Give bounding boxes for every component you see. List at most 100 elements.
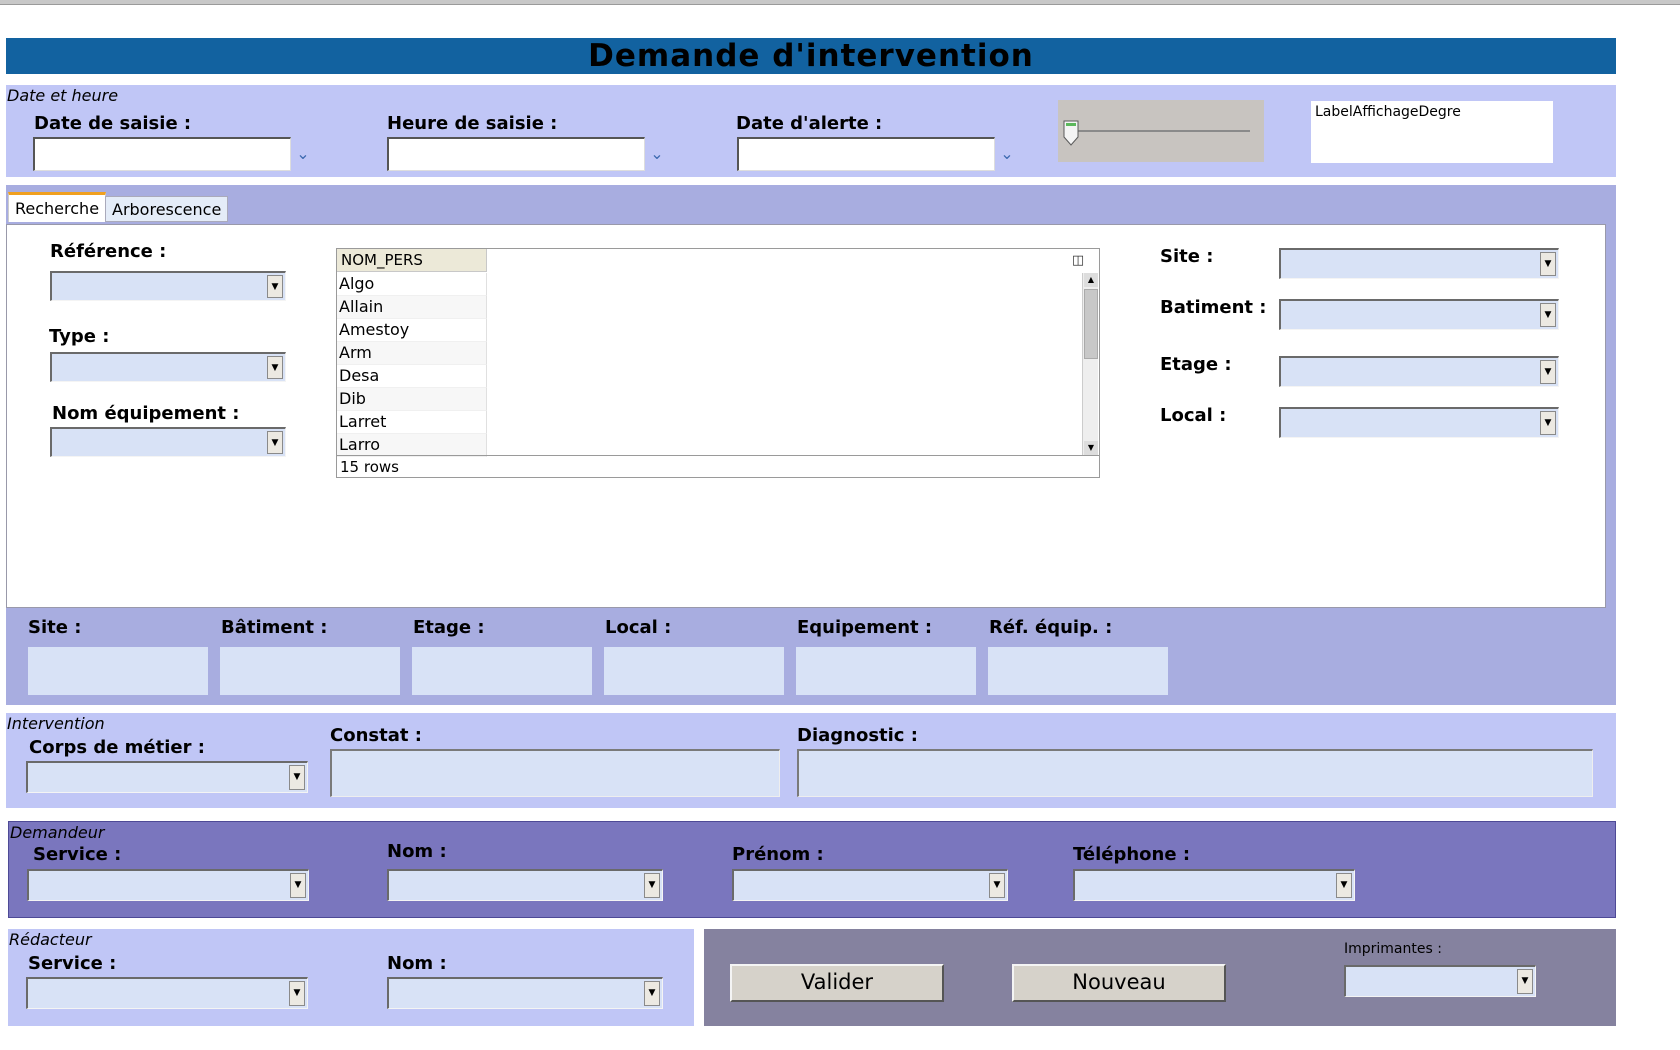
search-site-combo[interactable]: ▼ <box>1279 248 1559 279</box>
scroll-down-icon[interactable]: ▼ <box>1084 441 1098 455</box>
search-site-combo-arrow-icon[interactable]: ▼ <box>1540 252 1556 276</box>
redacteur-nom-combo[interactable]: ▼ <box>387 977 663 1009</box>
grid-row[interactable]: Larro <box>337 434 487 457</box>
loc-etage-label: Etage : <box>413 617 485 638</box>
scroll-up-icon[interactable]: ▲ <box>1084 273 1098 287</box>
demandeur-service-combo[interactable]: ▼ <box>27 869 309 901</box>
demandeur-panel: Demandeur Service : ▼ Nom : ▼ Prénom : ▼… <box>8 821 1616 918</box>
window-top-border <box>0 0 1680 5</box>
loc-batiment-label: Bâtiment : <box>221 617 328 638</box>
redacteur-service-combo[interactable]: ▼ <box>26 977 308 1009</box>
actions-panel: Valider Nouveau Imprimantes : ▼ <box>704 929 1616 1026</box>
loc-ref-equip-field <box>988 647 1168 695</box>
grid-row[interactable]: Larret <box>337 411 487 434</box>
search-local-combo[interactable]: ▼ <box>1279 407 1559 438</box>
search-local-combo-arrow-icon[interactable]: ▼ <box>1540 411 1556 435</box>
search-local-label: Local : <box>1160 405 1227 426</box>
grid-row[interactable]: Amestoy <box>337 319 487 342</box>
search-site-label: Site : <box>1160 246 1214 267</box>
form-title: Demande d'intervention <box>6 38 1616 74</box>
nouveau-button[interactable]: Nouveau <box>1012 964 1226 1002</box>
demandeur-prenom-combo-arrow-icon[interactable]: ▼ <box>989 873 1005 898</box>
imprimantes-combo-arrow-icon[interactable]: ▼ <box>1517 969 1533 994</box>
diagnostic-input[interactable] <box>797 749 1593 797</box>
tab-arborescence[interactable]: Arborescence <box>105 196 229 222</box>
corps-metier-combo[interactable]: ▼ <box>26 761 308 793</box>
heure-saisie-dropdown-icon[interactable]: ⌄ <box>646 143 668 165</box>
slider-thumb-icon[interactable] <box>1063 120 1079 146</box>
grid-column-header[interactable]: NOM_PERS <box>337 249 487 272</box>
search-batiment-combo-arrow-icon[interactable]: ▼ <box>1540 303 1556 327</box>
tab-recherche[interactable]: Recherche <box>8 192 107 222</box>
date-alerte-dropdown-icon[interactable]: ⌄ <box>996 143 1018 165</box>
demandeur-nom-combo-arrow-icon[interactable]: ▼ <box>644 873 660 898</box>
demandeur-service-combo-arrow-icon[interactable]: ▼ <box>290 873 306 898</box>
tab-content-recherche: Référence : ▼ Type : ▼ Nom équipement : … <box>6 224 1606 608</box>
personnel-grid: NOM_PERS ◫ Algo Allain Amestoy Arm Desa … <box>336 248 1100 478</box>
demandeur-prenom-combo[interactable]: ▼ <box>732 869 1008 901</box>
scroll-thumb[interactable] <box>1084 289 1098 359</box>
loc-equipement-field <box>796 647 976 695</box>
demandeur-service-label: Service : <box>33 844 122 865</box>
demandeur-prenom-label: Prénom : <box>732 844 824 865</box>
nom-equipement-combo-arrow-icon[interactable]: ▼ <box>267 431 283 454</box>
degree-label: LabelAffichageDegre <box>1315 104 1461 120</box>
corps-metier-label: Corps de métier : <box>29 737 205 758</box>
grid-row[interactable]: Desa <box>337 365 487 388</box>
search-etage-combo-arrow-icon[interactable]: ▼ <box>1540 360 1556 384</box>
grid-row[interactable]: Allain <box>337 296 487 319</box>
redacteur-service-combo-arrow-icon[interactable]: ▼ <box>289 981 305 1006</box>
demandeur-nom-combo[interactable]: ▼ <box>387 869 663 901</box>
valider-button[interactable]: Valider <box>730 964 944 1002</box>
date-saisie-input[interactable] <box>33 137 291 171</box>
nom-equipement-combo[interactable]: ▼ <box>50 427 286 457</box>
search-etage-combo[interactable]: ▼ <box>1279 356 1559 387</box>
demandeur-section-title: Demandeur <box>10 823 105 842</box>
grid-rows: Algo Allain Amestoy Arm Desa Dib Larret … <box>337 273 487 457</box>
type-combo-arrow-icon[interactable]: ▼ <box>267 356 283 379</box>
loc-equipement-label: Equipement : <box>797 617 933 638</box>
search-batiment-label: Batiment : <box>1160 297 1267 318</box>
date-saisie-label: Date de saisie : <box>34 113 192 134</box>
search-etage-label: Etage : <box>1160 354 1232 375</box>
date-alerte-input[interactable] <box>737 137 995 171</box>
degree-slider[interactable] <box>1058 100 1264 162</box>
grid-scrollbar[interactable]: ▲ ▼ <box>1082 273 1098 455</box>
heure-saisie-input[interactable] <box>387 137 645 171</box>
imprimantes-combo[interactable]: ▼ <box>1344 965 1536 997</box>
demandeur-telephone-combo-arrow-icon[interactable]: ▼ <box>1336 873 1352 898</box>
grid-options-icon[interactable]: ◫ <box>1068 251 1088 271</box>
demandeur-telephone-label: Téléphone : <box>1073 844 1191 865</box>
corps-metier-combo-arrow-icon[interactable]: ▼ <box>289 765 305 790</box>
reference-label: Référence : <box>50 241 167 262</box>
grid-row[interactable]: Arm <box>337 342 487 365</box>
slider-track <box>1070 130 1250 132</box>
loc-local-label: Local : <box>605 617 672 638</box>
date-section-title: Date et heure <box>7 86 119 105</box>
tab-area: Recherche Arborescence Référence : ▼ Typ… <box>6 185 1616 705</box>
loc-local-field <box>604 647 784 695</box>
grid-row[interactable]: Algo <box>337 273 487 296</box>
type-combo[interactable]: ▼ <box>50 352 286 382</box>
imprimantes-label: Imprimantes : <box>1344 941 1442 957</box>
grid-row[interactable]: Dib <box>337 388 487 411</box>
redacteur-panel: Rédacteur Service : ▼ Nom : ▼ <box>8 929 694 1026</box>
loc-site-field <box>28 647 208 695</box>
date-saisie-dropdown-icon[interactable]: ⌄ <box>292 143 314 165</box>
degree-display: LabelAffichageDegre <box>1311 101 1553 163</box>
search-batiment-combo[interactable]: ▼ <box>1279 299 1559 330</box>
heure-saisie-label: Heure de saisie : <box>387 113 558 134</box>
grid-footer-divider <box>337 455 1099 456</box>
demandeur-telephone-combo[interactable]: ▼ <box>1073 869 1355 901</box>
loc-batiment-field <box>220 647 400 695</box>
diagnostic-label: Diagnostic : <box>797 725 918 746</box>
redacteur-section-title: Rédacteur <box>9 930 92 949</box>
intervention-section-title: Intervention <box>7 714 105 733</box>
date-alerte-label: Date d'alerte : <box>736 113 883 134</box>
constat-input[interactable] <box>330 749 780 797</box>
redacteur-nom-combo-arrow-icon[interactable]: ▼ <box>644 981 660 1006</box>
nom-equipement-label: Nom équipement : <box>52 403 240 424</box>
reference-combo-arrow-icon[interactable]: ▼ <box>267 275 283 298</box>
redacteur-service-label: Service : <box>28 953 117 974</box>
reference-combo[interactable]: ▼ <box>50 271 286 301</box>
